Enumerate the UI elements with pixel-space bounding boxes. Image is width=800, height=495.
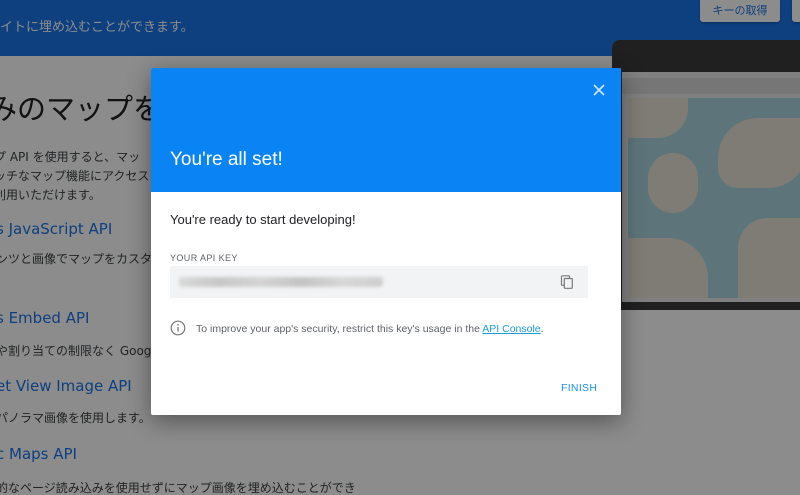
ready-message: You're ready to start developing!: [170, 212, 356, 227]
close-icon[interactable]: [589, 80, 609, 100]
info-icon: [170, 320, 186, 336]
security-note-end: .: [540, 323, 544, 335]
dialog-title: You're all set!: [170, 149, 283, 170]
security-note: To improve your app's security, restrict…: [196, 323, 544, 335]
security-note-text: To improve your app's security, restrict…: [196, 323, 483, 335]
api-console-link[interactable]: API Console: [482, 323, 540, 335]
copy-icon[interactable]: [560, 275, 574, 289]
api-key-value-redacted: [179, 277, 383, 287]
api-key-label: YOUR API KEY: [170, 253, 238, 263]
finish-button[interactable]: FINISH: [561, 382, 597, 394]
api-key-field[interactable]: [170, 266, 588, 298]
api-key-dialog: You're all set! You're ready to start de…: [151, 68, 621, 415]
dialog-header: You're all set!: [151, 68, 621, 192]
